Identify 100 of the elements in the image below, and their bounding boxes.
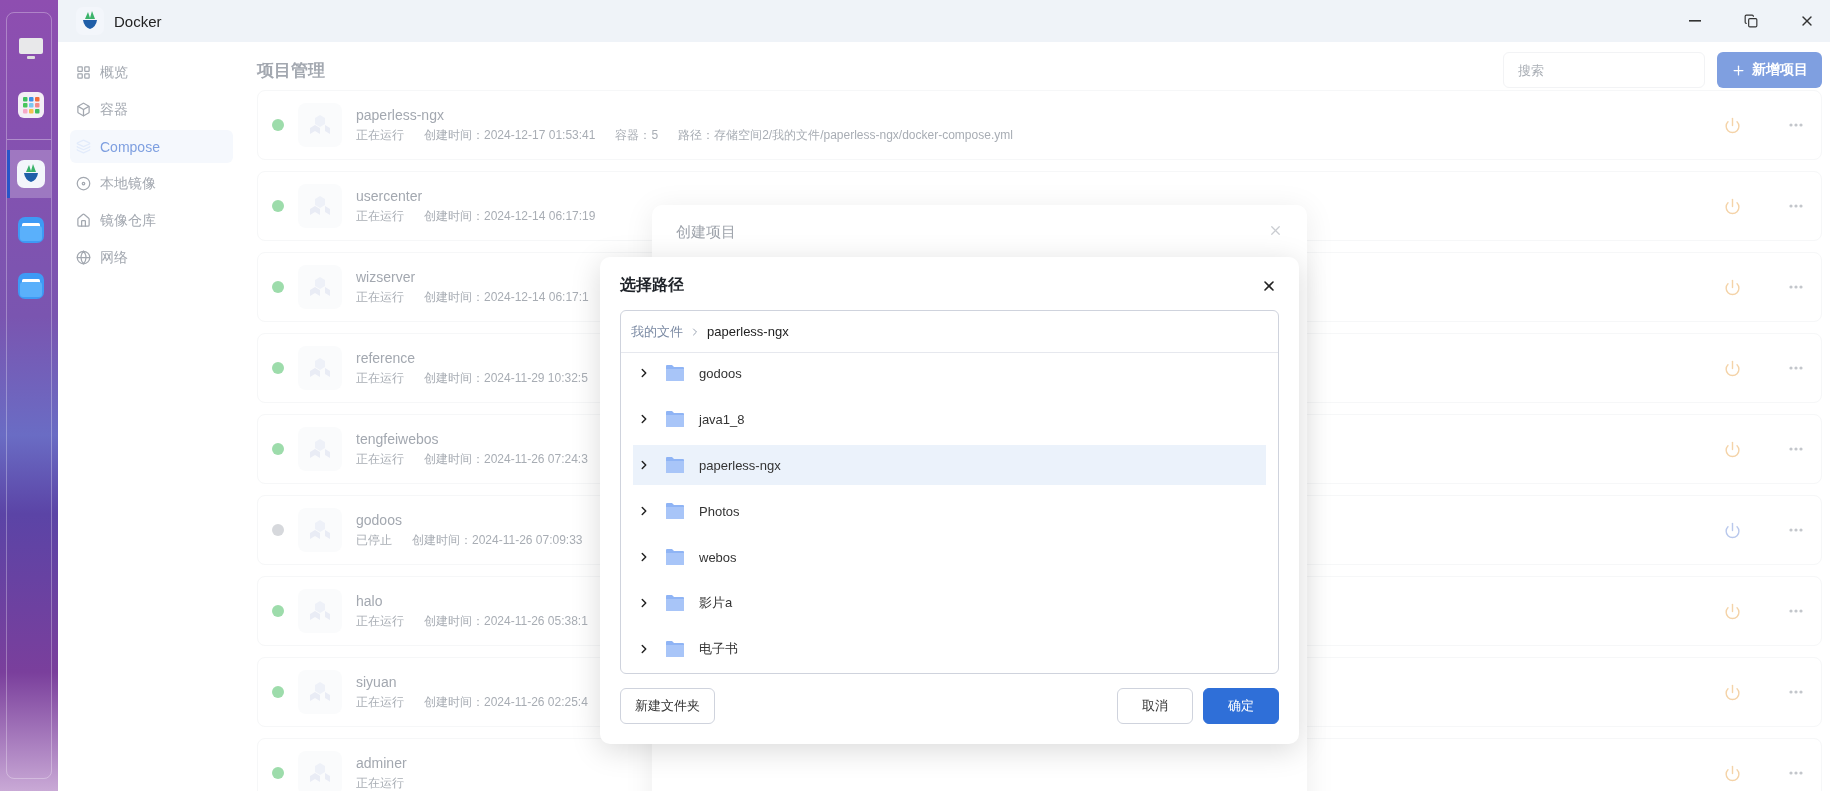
project-status: 正在运行 xyxy=(356,693,404,711)
power-icon xyxy=(1724,521,1741,539)
folder-row[interactable]: Photos xyxy=(633,491,1266,531)
project-name: adminer xyxy=(356,754,407,771)
nav-item[interactable]: 容器 xyxy=(70,93,233,126)
nav-item[interactable]: Compose xyxy=(70,130,233,163)
folder-row[interactable]: paperless-ngx xyxy=(633,445,1266,485)
folder-row[interactable]: godoos xyxy=(633,353,1266,393)
more-icon xyxy=(1789,366,1803,370)
project-status: 正在运行 xyxy=(356,450,404,468)
power-icon xyxy=(1724,602,1741,620)
project-detail: 创建时间：2024-12-14 06:17:1 xyxy=(424,288,589,306)
folder-name: godoos xyxy=(699,365,742,381)
folder-icon xyxy=(665,410,685,428)
project-status: 正在运行 xyxy=(356,612,404,630)
project-detail: 创建时间：2024-11-29 10:32:5 xyxy=(424,369,588,387)
more-icon xyxy=(1789,771,1803,775)
folder-name: 影片a xyxy=(699,594,733,612)
search-field[interactable]: 搜索 xyxy=(1503,52,1705,88)
power-icon xyxy=(1724,440,1741,458)
nav-item[interactable]: 概览 xyxy=(70,56,233,89)
project-name: reference xyxy=(356,349,416,366)
project-name: halo xyxy=(356,592,383,609)
power-icon xyxy=(1724,278,1741,296)
nav-item[interactable]: 网络 xyxy=(70,241,233,274)
folder-app-icon[interactable] xyxy=(17,217,44,243)
more-icon xyxy=(1789,204,1803,208)
project-status: 已停止 xyxy=(356,531,392,549)
folder-app-icon[interactable] xyxy=(17,273,44,299)
more-icon xyxy=(1789,285,1803,289)
app-grid-icon[interactable] xyxy=(17,92,44,118)
more-icon xyxy=(1789,609,1803,613)
page-title: 项目管理 xyxy=(257,59,326,82)
project-status: 正在运行 xyxy=(356,774,404,791)
project-detail: 创建时间：2024-11-26 07:09:33 xyxy=(412,531,583,549)
window-title: Docker xyxy=(114,12,163,30)
power-icon xyxy=(1724,116,1741,134)
search-input[interactable]: 搜索 xyxy=(1516,61,1692,79)
cube-icon xyxy=(76,102,91,117)
folder-name: java1_8 xyxy=(699,411,745,427)
more-icon xyxy=(1789,690,1803,694)
close-icon[interactable] xyxy=(1268,223,1283,238)
project-card[interactable]: paperless-ngx 正在运行 创建时间：2024-12-17 01:53:41 容器：5 路径：存储空间2/我的文件/paperless-ngx/docker-compose.yml xyxy=(257,90,1822,160)
dialog-title: 选择路径 xyxy=(620,275,684,295)
project-status: 正在运行 xyxy=(356,369,404,387)
folder-name: webos xyxy=(699,549,737,565)
project-name: paperless-ngx xyxy=(356,106,444,123)
nav-item[interactable]: 镜像仓库 xyxy=(70,204,233,237)
folder-icon xyxy=(665,594,685,612)
project-detail: 创建时间：2024-11-26 07:24:3 xyxy=(424,450,588,468)
folder-icon xyxy=(665,502,685,520)
project-detail: 路径：存储空间2/我的文件/paperless-ngx/docker-compose.yml xyxy=(678,126,1013,144)
more-icon xyxy=(1789,447,1803,451)
folder-row[interactable]: 影片a xyxy=(633,583,1266,623)
power-icon xyxy=(1724,764,1741,782)
project-detail: 创建时间：2024-12-17 01:53:41 xyxy=(424,126,596,144)
project-detail: 创建时间：2024-11-26 05:38:1 xyxy=(424,612,588,630)
project-status: 正在运行 xyxy=(356,207,404,225)
project-detail: 创建时间：2024-11-26 02:25:4 xyxy=(424,693,588,711)
grid-icon xyxy=(76,65,91,80)
project-name: wizserver xyxy=(356,268,416,285)
dialog-title: 创建项目 xyxy=(676,223,736,242)
cancel-button[interactable]: 取消 xyxy=(1117,688,1193,724)
project-name: godoos xyxy=(356,511,402,528)
folder-icon xyxy=(665,548,685,566)
folder-icon xyxy=(665,364,685,382)
ok-button[interactable]: 确定 xyxy=(1203,688,1279,724)
docker-logo-icon[interactable] xyxy=(16,160,45,188)
folder-name: 电子书 xyxy=(699,640,738,658)
disc-icon xyxy=(76,176,91,191)
project-status: 正在运行 xyxy=(356,288,404,306)
folder-name: Photos xyxy=(699,503,740,519)
power-icon xyxy=(1724,359,1741,377)
project-name: siyuan xyxy=(356,673,397,690)
folder-row[interactable]: webos xyxy=(633,537,1266,577)
folder-row[interactable]: 电子书 xyxy=(633,629,1266,669)
project-name: usercenter xyxy=(356,187,423,204)
project-name: tengfeiwebos xyxy=(356,430,439,447)
folder-icon xyxy=(665,640,685,658)
folder-name: paperless-ngx xyxy=(699,457,781,473)
project-detail: 创建时间：2024-12-14 06:17:19 xyxy=(424,207,596,225)
house-icon xyxy=(76,213,91,228)
plus-icon xyxy=(1731,62,1746,78)
power-icon xyxy=(1724,197,1741,215)
nav-item[interactable]: 本地镜像 xyxy=(70,167,233,200)
more-icon xyxy=(1789,123,1803,127)
folder-icon xyxy=(665,456,685,474)
globe-icon xyxy=(76,250,91,265)
new-folder-button[interactable]: 新建文件夹 xyxy=(620,688,715,724)
more-icon xyxy=(1789,528,1803,532)
monitor-icon[interactable] xyxy=(17,37,44,61)
breadcrumb-item[interactable]: 我的文件 xyxy=(631,322,683,341)
breadcrumb-item[interactable]: paperless-ngx xyxy=(707,324,789,339)
minimize-icon xyxy=(1689,20,1701,22)
restore-icon xyxy=(1744,14,1758,28)
power-icon xyxy=(1724,683,1741,701)
add-project-button[interactable]: 新增项目 xyxy=(1717,52,1822,88)
project-detail: 容器：5 xyxy=(615,126,659,144)
project-status: 正在运行 xyxy=(356,126,404,144)
dock-item[interactable] xyxy=(7,150,51,198)
